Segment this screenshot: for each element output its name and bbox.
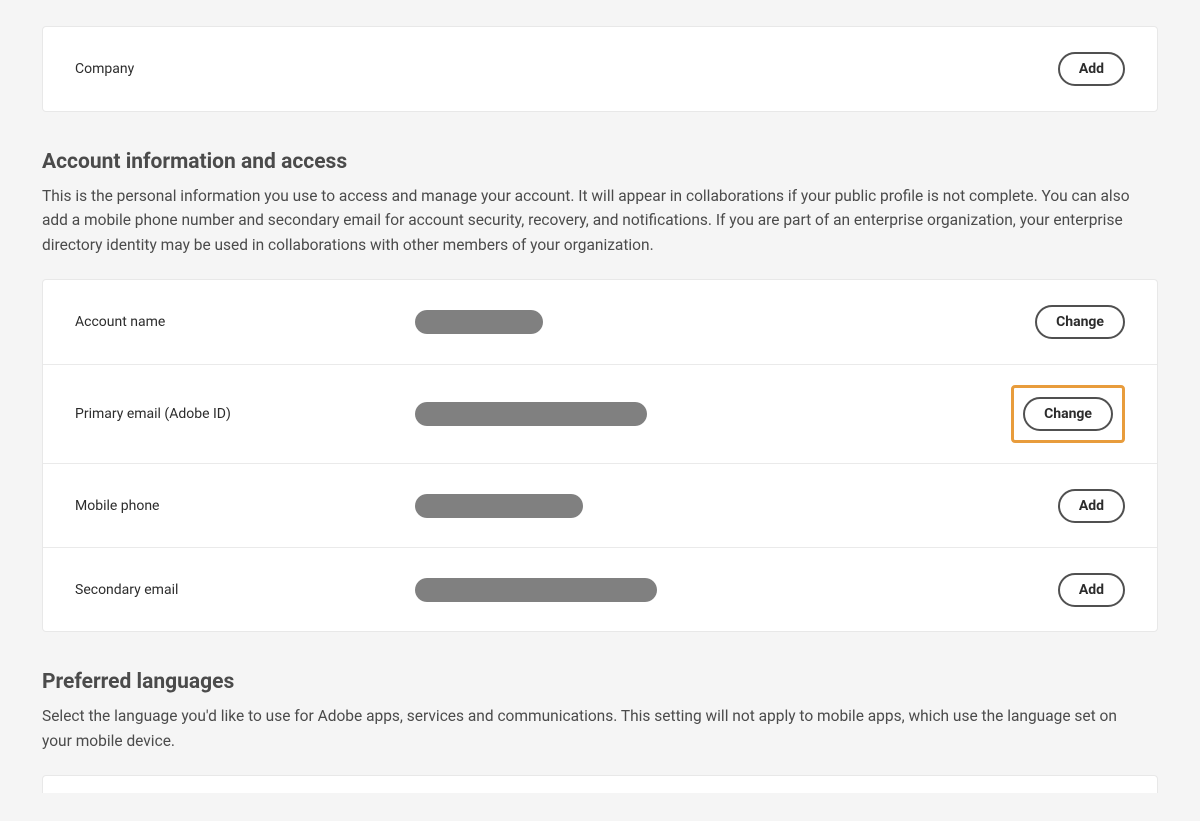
account-info-card: Account name Change Primary email (Adobe… (42, 279, 1158, 632)
primary-email-value-redacted (415, 402, 647, 426)
mobile-phone-add-button[interactable]: Add (1058, 489, 1125, 523)
company-row: Company Add (43, 27, 1157, 111)
languages-section-title: Preferred languages (42, 670, 1158, 694)
account-name-change-button[interactable]: Change (1035, 305, 1125, 339)
account-section-description: This is the personal information you use… (42, 184, 1142, 257)
secondary-email-label: Secondary email (75, 582, 415, 598)
account-section-title: Account information and access (42, 150, 1158, 174)
mobile-phone-row: Mobile phone Add (43, 463, 1157, 547)
primary-email-change-button[interactable]: Change (1023, 397, 1113, 431)
account-name-label: Account name (75, 314, 415, 330)
account-name-row: Account name Change (43, 280, 1157, 364)
languages-card-partial (42, 775, 1158, 793)
secondary-email-value-redacted (415, 578, 657, 602)
secondary-email-add-button[interactable]: Add (1058, 573, 1125, 607)
account-name-value-redacted (415, 310, 543, 334)
mobile-phone-label: Mobile phone (75, 498, 415, 514)
primary-email-label: Primary email (Adobe ID) (75, 406, 415, 422)
languages-section-description: Select the language you'd like to use fo… (42, 704, 1142, 753)
company-label: Company (75, 61, 415, 77)
company-card: Company Add (42, 26, 1158, 112)
company-add-button[interactable]: Add (1058, 52, 1125, 86)
secondary-email-row: Secondary email Add (43, 547, 1157, 631)
primary-email-highlight: Change (1011, 385, 1125, 443)
primary-email-row: Primary email (Adobe ID) Change (43, 364, 1157, 463)
mobile-phone-value-redacted (415, 494, 583, 518)
